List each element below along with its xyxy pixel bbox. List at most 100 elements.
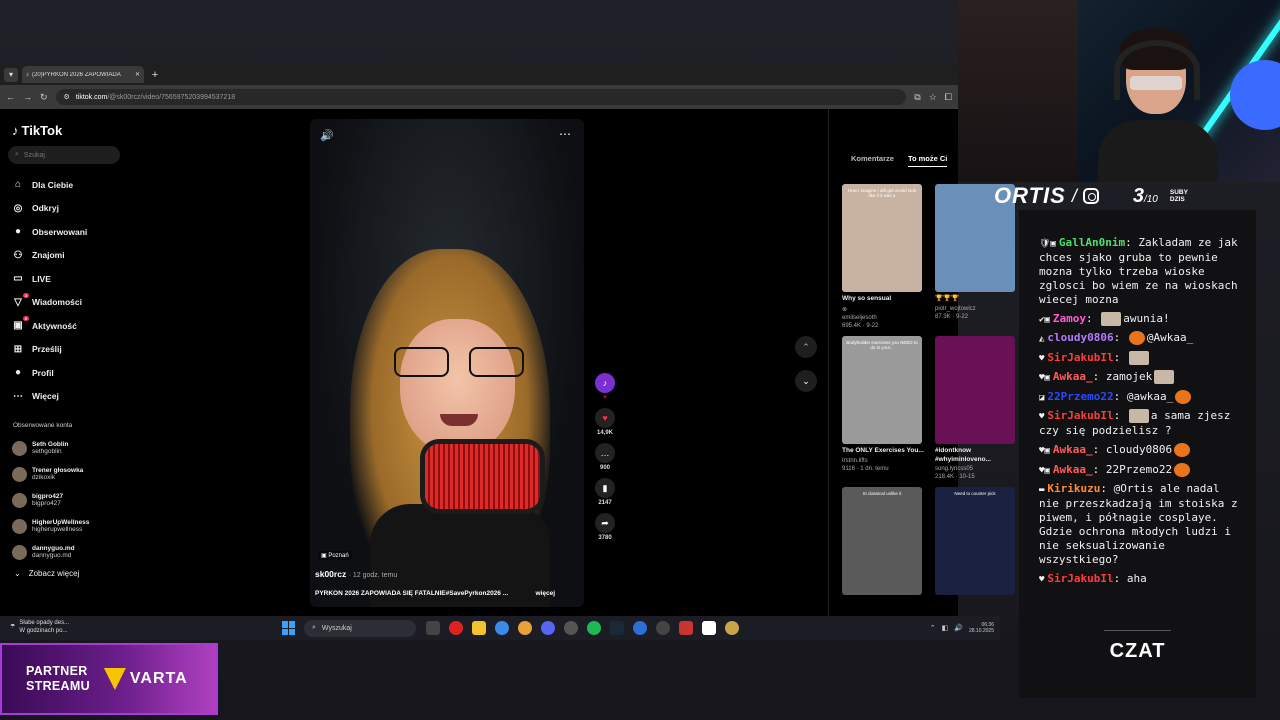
video-thumbnail[interactable]: Bodybuilder exercises you NEED to do in … [842,335,922,444]
chat-username[interactable]: GallAn0nim [1059,236,1125,249]
tiktok-sidebar: ♪ TikTok ⌕ Szukaj ⌂ Dla Ciebie ◎ Odkryj ● Obs… [0,109,130,640]
chat-username[interactable]: Awkaa_ [1053,370,1093,383]
sidebar-item-2[interactable]: ● Obserwowani [8,220,122,244]
new-tab-button[interactable]: + [148,69,162,81]
partner-banner: PARTNER STREAMU VARTA [0,643,218,715]
volume-icon[interactable]: 🔊 [320,129,334,142]
file-explorer-icon[interactable] [472,621,486,635]
suggestion-card[interactable]: Bodybuilder exercises you NEED to do in … [842,335,924,481]
notion-icon[interactable] [702,621,716,635]
tab-suggestions[interactable]: To może Ci [907,154,948,167]
see-more-button[interactable]: ⌄ Zobacz więcej [8,569,122,578]
more-link[interactable]: więcej [535,590,555,597]
forward-icon[interactable]: → [23,92,32,102]
app-active-icon[interactable] [679,621,693,635]
chat-message: 🛡▣ GallAn0nim: Zakladam ze jak chces sjak… [1039,236,1238,306]
author-avatar[interactable]: ♪ [595,373,615,393]
follow-plus-icon[interactable]: + [603,395,607,401]
spotify-icon[interactable] [587,621,601,635]
nav-icon: ● [14,367,22,379]
volume-tray-icon[interactable]: 🔊 [954,624,963,632]
bookmark-star-icon[interactable]: ☆ [929,92,937,103]
followed-account[interactable]: dannyguo.md dannyguo.md [8,539,122,565]
video-subject-face [400,319,515,454]
sidebar-item-9[interactable]: ⋯ Więcej [8,385,122,409]
app-icon[interactable] [656,621,670,635]
address-bar[interactable]: ⚙ tiktok.com/@sk00rcz/video/756597520399… [55,89,907,105]
chrome-icon[interactable] [495,621,509,635]
sidebar-item-4[interactable]: ▭ LIVE [8,267,122,291]
back-icon[interactable]: ← [6,92,15,102]
suggestion-card[interactable]: Si classical unlike it [842,487,924,598]
chat-username[interactable]: Zamoy [1053,312,1086,325]
chat-username[interactable]: SirJakubIl [1047,409,1113,422]
network-icon[interactable]: ◧ [942,624,949,632]
tiktok-favicon-icon: ♪ [26,71,29,78]
like-button[interactable]: ♥ [595,408,615,428]
video-player[interactable]: 🔊 ⋯ ▣ Poznań sk00rcz · 12 godz. temu PYR… [310,119,584,607]
chat-username[interactable]: cloudy0806 [1047,331,1113,344]
video-thumbnail[interactable]: How I imagine i will get would look like… [842,184,922,292]
start-button[interactable] [282,621,296,635]
chat-username[interactable]: SirJakubIl [1047,351,1113,364]
suggestion-card[interactable]: How I imagine i will get would look like… [842,184,924,329]
weather-widget[interactable]: ☂ Słabe opady des... W godzinach po... [0,620,270,636]
task-view-icon[interactable] [426,621,440,635]
suggestion-card[interactable]: Need to counter pick [935,487,1017,598]
app-gold-icon[interactable] [725,621,739,635]
install-app-icon[interactable]: ⧉ [914,92,920,103]
sidebar-item-8[interactable]: ● Profil [8,361,122,385]
browser-app-icon[interactable] [633,621,647,635]
followed-account[interactable]: Seth Goblin sethgoblin [8,435,122,461]
steam-icon[interactable] [610,621,624,635]
card-author: piotr_wojtowicz [935,305,976,312]
extensions-icon[interactable]: ⧠ [945,92,952,103]
prev-video-button[interactable]: ⌃ [795,336,817,358]
more-options-icon[interactable]: ⋯ [559,127,572,141]
obs-icon[interactable] [564,621,578,635]
chrome-alt-icon[interactable] [518,621,532,635]
video-author[interactable]: sk00rcz · 12 godz. temu [315,569,397,579]
discord-icon[interactable] [541,621,555,635]
followed-account[interactable]: HigherUpWellness higherupwellness [8,513,122,539]
close-tab-icon[interactable]: ✕ [135,71,140,78]
tab-comments[interactable]: Komentarze [851,154,894,167]
chat-username[interactable]: Awkaa_ [1053,443,1093,456]
video-thumbnail[interactable]: Si classical unlike it [842,487,922,596]
followed-account[interactable]: Trener głosowka dzikoxik [8,461,122,487]
account-handle: bigpro427 [32,500,61,508]
chat-username[interactable]: SirJakubIl [1047,572,1113,585]
sidebar-item-0[interactable]: ⌂ Dla Ciebie [8,173,122,197]
suggestions-grid: How I imagine i will get would look like… [842,184,1020,598]
chat-username[interactable]: 22Przemo22 [1047,390,1113,403]
opera-icon[interactable] [449,621,463,635]
clock[interactable]: 06:36 28.10.2025 [969,622,994,634]
sidebar-item-6[interactable]: ▣ 8 Aktywność [8,314,122,338]
tray-chevron-icon[interactable]: ⌃ [930,624,936,632]
save-button[interactable]: ▮ [595,478,615,498]
share-button[interactable]: ➦ [595,513,615,533]
reload-icon[interactable]: ↻ [40,92,48,103]
next-video-button[interactable]: ⌄ [795,370,817,392]
video-thumbnail[interactable] [935,335,1015,444]
site-info-icon[interactable]: ⚙ [64,93,70,101]
chat-message: ◪ 22Przemo22: @awkaa_ [1039,389,1242,405]
video-thumbnail[interactable]: Need to counter pick [935,487,1015,596]
chat-username[interactable]: Awkaa_ [1053,463,1093,476]
taskbar-search[interactable]: ⌕ Wyszukaj [304,619,416,637]
suggestion-card[interactable]: #idontknow #whyiminloveno... song.lyricss… [935,335,1017,480]
location-tag[interactable]: ▣ Poznań [318,551,352,560]
sidebar-item-label: Więcej [32,391,59,402]
sidebar-item-5[interactable]: ▽ 4 Wiadomości [8,291,122,315]
tab-list-button[interactable]: ▾ [4,67,18,82]
followed-account[interactable]: bigpro427 bigpro427 [8,487,122,513]
sidebar-item-7[interactable]: ⊞ Prześlij [8,338,122,362]
sidebar-item-1[interactable]: ◎ Odkryj [8,197,122,221]
chat-username[interactable]: Kirikuzu [1047,482,1100,495]
comment-button[interactable]: … [595,443,615,463]
sidebar-item-3[interactable]: ⚇ Znajomi [8,244,122,268]
card-title: #idontknow #whyiminloveno... [935,446,991,463]
tab-active[interactable]: ♪ (20)PYRKON 2026 ZAPOWIADA ✕ [22,66,144,83]
search-input[interactable]: ⌕ Szukaj [8,146,120,164]
tiktok-logo[interactable]: ♪ TikTok [12,123,122,138]
